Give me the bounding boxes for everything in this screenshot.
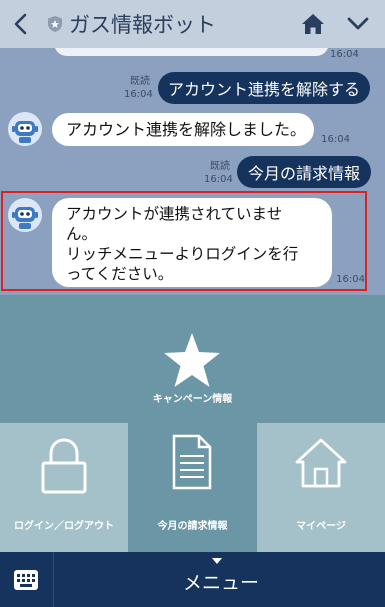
login-label: ログイン／ログアウト — [14, 521, 114, 532]
timestamp: 16:04 — [330, 49, 359, 60]
billing-menu-button[interactable]: 今月の請求情報 — [128, 423, 257, 552]
document-icon — [172, 434, 212, 490]
chat-area[interactable]: 16:04 既読 16:04 アカウント連携を解除する アカウント連携を解除しま… — [0, 48, 385, 295]
home-icon[interactable] — [301, 13, 325, 35]
mypage-menu-button[interactable]: マイページ — [257, 423, 385, 552]
caret-down-icon[interactable] — [212, 558, 222, 564]
chat-title: ガス情報ボット — [69, 13, 216, 37]
timestamp: 16:04 — [124, 89, 153, 100]
bottom-bar: メニュー — [0, 552, 385, 607]
billing-label: 今月の請求情報 — [157, 521, 228, 532]
bot-avatar-icon[interactable] — [8, 112, 42, 146]
star-icon — [164, 333, 220, 387]
menu-toggle-button[interactable]: メニュー — [183, 568, 259, 595]
back-arrow-icon[interactable] — [10, 12, 32, 36]
chevron-down-icon[interactable] — [347, 17, 369, 31]
read-receipt: 既読 — [210, 161, 230, 172]
timestamp: 16:04 — [204, 174, 233, 185]
house-icon — [295, 438, 347, 488]
chat-header: ガス情報ボット — [0, 0, 385, 48]
previous-message-bubble — [54, 48, 329, 56]
login-menu-button[interactable]: ログイン／ログアウト — [0, 423, 128, 552]
rich-menu: キャンペーン情報 ログイン／ログアウト 今月の請求情報 マイページ — [0, 295, 385, 552]
read-receipt: 既読 — [130, 76, 150, 87]
keyboard-icon[interactable] — [13, 569, 39, 591]
timestamp: 16:04 — [321, 134, 350, 145]
highlight-box — [1, 191, 367, 291]
mypage-label: マイページ — [296, 521, 346, 532]
bot-message-bubble: アカウント連携を解除しました。 — [52, 113, 314, 146]
user-message-bubble: 今月の請求情報 — [237, 156, 371, 188]
lock-icon — [41, 438, 87, 494]
official-shield-icon — [48, 16, 62, 32]
divider — [53, 552, 54, 607]
user-message-bubble: アカウント連携を解除する — [158, 72, 370, 104]
campaign-menu-button[interactable]: キャンペーン情報 — [0, 295, 385, 423]
campaign-label: キャンペーン情報 — [152, 394, 233, 405]
